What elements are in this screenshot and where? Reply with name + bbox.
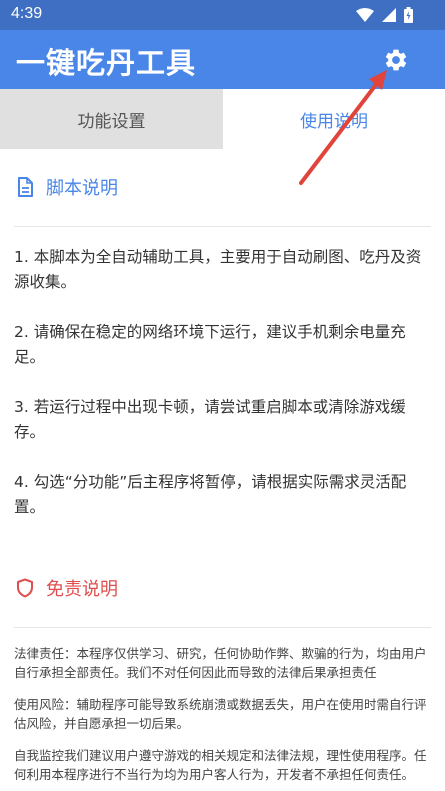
wifi-icon [356,8,374,22]
disclaimer-item: 法律责任：本程序仅供学习、研究，任何协助作弊、欺骗的行为，均由用户自行承担全部责… [14,646,427,680]
document-icon [18,177,33,197]
instruction-list: 1. 本脚本为全自动辅助工具，主要用于自动刷图、吃丹及资源收集。 2. 请确保在… [14,245,432,545]
gear-icon [385,49,407,71]
tab-bar: 功能设置 使用说明 [0,89,445,149]
tab-usage-instructions[interactable]: 使用说明 [223,89,445,149]
divider [14,627,431,628]
instruction-item: 1. 本脚本为全自动辅助工具，主要用于自动刷图、吃丹及资源收集。 [14,248,422,291]
instruction-item: 2. 请确保在稳定的网络环境下运行，建议手机剩余电量充足。 [14,323,406,366]
disclaimer-item: 使用风险：辅助程序可能导致系统崩溃或数据丢失，用户在使用时需自行评估风险，并自愿… [14,697,427,731]
disclaimer-list: 法律责任：本程序仅供学习、研究，任何协助作弊、欺骗的行为，均由用户自行承担全部责… [14,644,432,791]
disclaimer-section-header: 免责说明 [16,575,118,601]
status-bar: 4:39 [0,0,445,30]
app-bar: 一键吃丹工具 [0,30,445,89]
disclaimer-item: 自我监控我们建议用户遵守游戏的相关规定和法律法规，理性使用程序。任何利用本程序进… [14,748,427,782]
instruction-item: 4. 勾选“分功能”后主程序将暂停，请根据实际需求灵活配置。 [14,473,407,516]
instruction-item: 3. 若运行过程中出现卡顿，请尝试重启脚本或清除游戏缓存。 [14,398,406,441]
divider [14,226,431,227]
signal-icon [382,8,396,22]
status-time: 4:39 [11,5,43,22]
script-section-title: 脚本说明 [46,178,118,199]
shield-icon [17,578,33,598]
app-title: 一键吃丹工具 [16,46,197,80]
disclaimer-section-title: 免责说明 [46,579,118,600]
battery-icon [404,7,413,23]
script-section-header: 脚本说明 [16,174,118,200]
settings-button[interactable] [378,42,414,78]
tab-function-settings[interactable]: 功能设置 [0,89,223,149]
status-icons [356,7,413,23]
